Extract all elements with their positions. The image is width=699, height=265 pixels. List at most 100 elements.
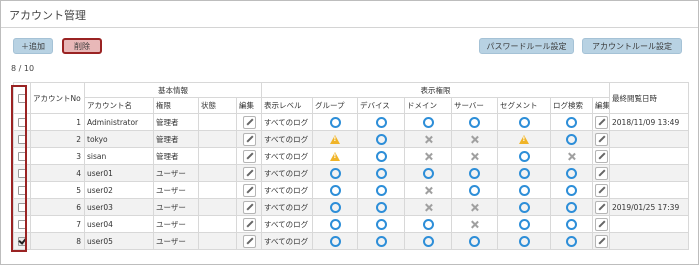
circle-icon — [329, 167, 341, 179]
header-device[interactable]: デバイス — [357, 97, 405, 114]
row-checkbox[interactable] — [17, 134, 27, 144]
table-row[interactable]: 3 sisan 管理者 すべてのログ — [13, 147, 689, 165]
row-checkbox[interactable] — [17, 202, 27, 212]
row-checkbox[interactable] — [17, 185, 27, 195]
last-viewed: 2018/11/09 13:49 — [609, 113, 689, 131]
header-status[interactable]: 状態 — [198, 97, 237, 114]
row-checkbox[interactable] — [17, 117, 27, 127]
delete-button[interactable]: 削除 — [62, 38, 102, 54]
log-search-permission — [550, 215, 593, 233]
server-permission — [451, 147, 498, 165]
account-rule-button[interactable]: アカウントルール設定 — [582, 38, 682, 54]
row-checkbox-cell — [13, 147, 31, 165]
server-permission — [451, 181, 498, 199]
row-checkbox-cell — [13, 232, 31, 250]
row-checkbox-cell — [13, 198, 31, 216]
account-no: 3 — [30, 147, 85, 165]
header-server[interactable]: サーバー — [451, 97, 498, 114]
account-status — [198, 181, 237, 199]
pencil-icon[interactable] — [242, 149, 256, 163]
password-rule-button[interactable]: パスワードルール設定 — [479, 38, 574, 54]
header-account-no[interactable]: アカウントNo — [30, 82, 85, 114]
domain-permission — [404, 164, 452, 182]
last-viewed — [609, 232, 689, 250]
domain-permission — [404, 232, 452, 250]
circle-icon — [469, 167, 480, 179]
domain-permission — [404, 198, 452, 216]
log-search-permission — [550, 198, 593, 216]
header-type[interactable]: 権限 — [153, 97, 199, 114]
table-row[interactable]: 4 user01 ユーザー すべてのログ — [13, 164, 689, 182]
edit-permissions-cell — [592, 113, 610, 131]
log-search-permission — [550, 113, 593, 131]
log-search-permission — [550, 164, 593, 182]
edit-cell — [236, 181, 262, 199]
table-row[interactable]: 5 user02 ユーザー すべてのログ — [13, 181, 689, 199]
circle-icon — [375, 218, 387, 230]
table-row[interactable]: 7 user04 ユーザー すべてのログ — [13, 215, 689, 233]
table-row[interactable]: 1 Administrator 管理者 すべてのログ 2018/11/09 13:49 — [13, 113, 689, 131]
account-type: 管理者 — [153, 147, 199, 165]
edit-cell — [236, 113, 262, 131]
row-checkbox[interactable] — [17, 219, 27, 229]
add-button[interactable]: ＋追加 — [13, 38, 53, 54]
pencil-icon[interactable] — [242, 217, 256, 231]
cross-icon — [424, 186, 433, 195]
circle-icon — [518, 167, 530, 179]
row-checkbox[interactable] — [17, 236, 27, 246]
circle-icon — [518, 218, 530, 230]
pencil-icon[interactable] — [595, 132, 608, 146]
edit-permissions-cell — [592, 215, 610, 233]
segment-permission — [497, 113, 551, 131]
pencil-icon[interactable] — [595, 234, 608, 248]
header-segment[interactable]: セグメント — [497, 97, 551, 114]
table-row[interactable]: 6 user03 ユーザー すべてのログ 2019/01/25 17:39 — [13, 198, 689, 216]
header-account-name[interactable]: アカウント名 — [84, 97, 154, 114]
account-status — [198, 232, 237, 250]
circle-icon — [329, 201, 341, 213]
account-name: user02 — [84, 181, 154, 199]
last-viewed — [609, 147, 689, 165]
pencil-icon[interactable] — [242, 183, 256, 197]
row-checkbox-cell — [13, 181, 31, 199]
server-permission — [451, 130, 498, 148]
pencil-icon[interactable] — [595, 166, 608, 180]
pencil-icon[interactable] — [595, 149, 608, 163]
warning-icon — [519, 134, 529, 144]
header-group[interactable]: グループ — [312, 97, 358, 114]
circle-icon — [329, 235, 341, 247]
pencil-icon[interactable] — [595, 217, 608, 231]
pencil-icon[interactable] — [242, 115, 256, 129]
header-domain[interactable]: ドメイン — [404, 97, 452, 114]
pencil-icon[interactable] — [242, 200, 256, 214]
pencil-icon[interactable] — [242, 132, 256, 146]
row-checkbox-cell — [13, 215, 31, 233]
circle-icon — [566, 235, 577, 247]
select-all-checkbox[interactable] — [17, 93, 27, 103]
pencil-icon[interactable] — [595, 200, 608, 214]
edit-permissions-cell — [592, 198, 610, 216]
circle-icon — [566, 184, 577, 196]
domain-permission — [404, 215, 452, 233]
edit-cell — [236, 147, 262, 165]
table-row[interactable]: 8 user05 ユーザー すべてのログ — [13, 232, 689, 250]
circle-icon — [566, 201, 577, 213]
server-permission — [451, 164, 498, 182]
display-level: すべてのログ — [261, 147, 313, 165]
edit-cell — [236, 130, 262, 148]
circle-icon — [422, 218, 434, 230]
circle-icon — [329, 218, 341, 230]
row-checkbox[interactable] — [17, 168, 27, 178]
pencil-icon[interactable] — [595, 115, 608, 129]
pencil-icon[interactable] — [595, 183, 608, 197]
circle-icon — [566, 167, 577, 179]
header-log-search[interactable]: ログ検索 — [550, 97, 593, 114]
header-display-level[interactable]: 表示レベル — [261, 97, 313, 114]
header-last-viewed[interactable]: 最終閲覧日時 — [609, 82, 689, 114]
circle-icon — [469, 184, 480, 196]
pencil-icon[interactable] — [242, 166, 256, 180]
log-search-permission — [550, 232, 593, 250]
table-row[interactable]: 2 tokyo 管理者 すべてのログ — [13, 130, 689, 148]
row-checkbox[interactable] — [17, 151, 27, 161]
pencil-icon[interactable] — [242, 234, 256, 248]
